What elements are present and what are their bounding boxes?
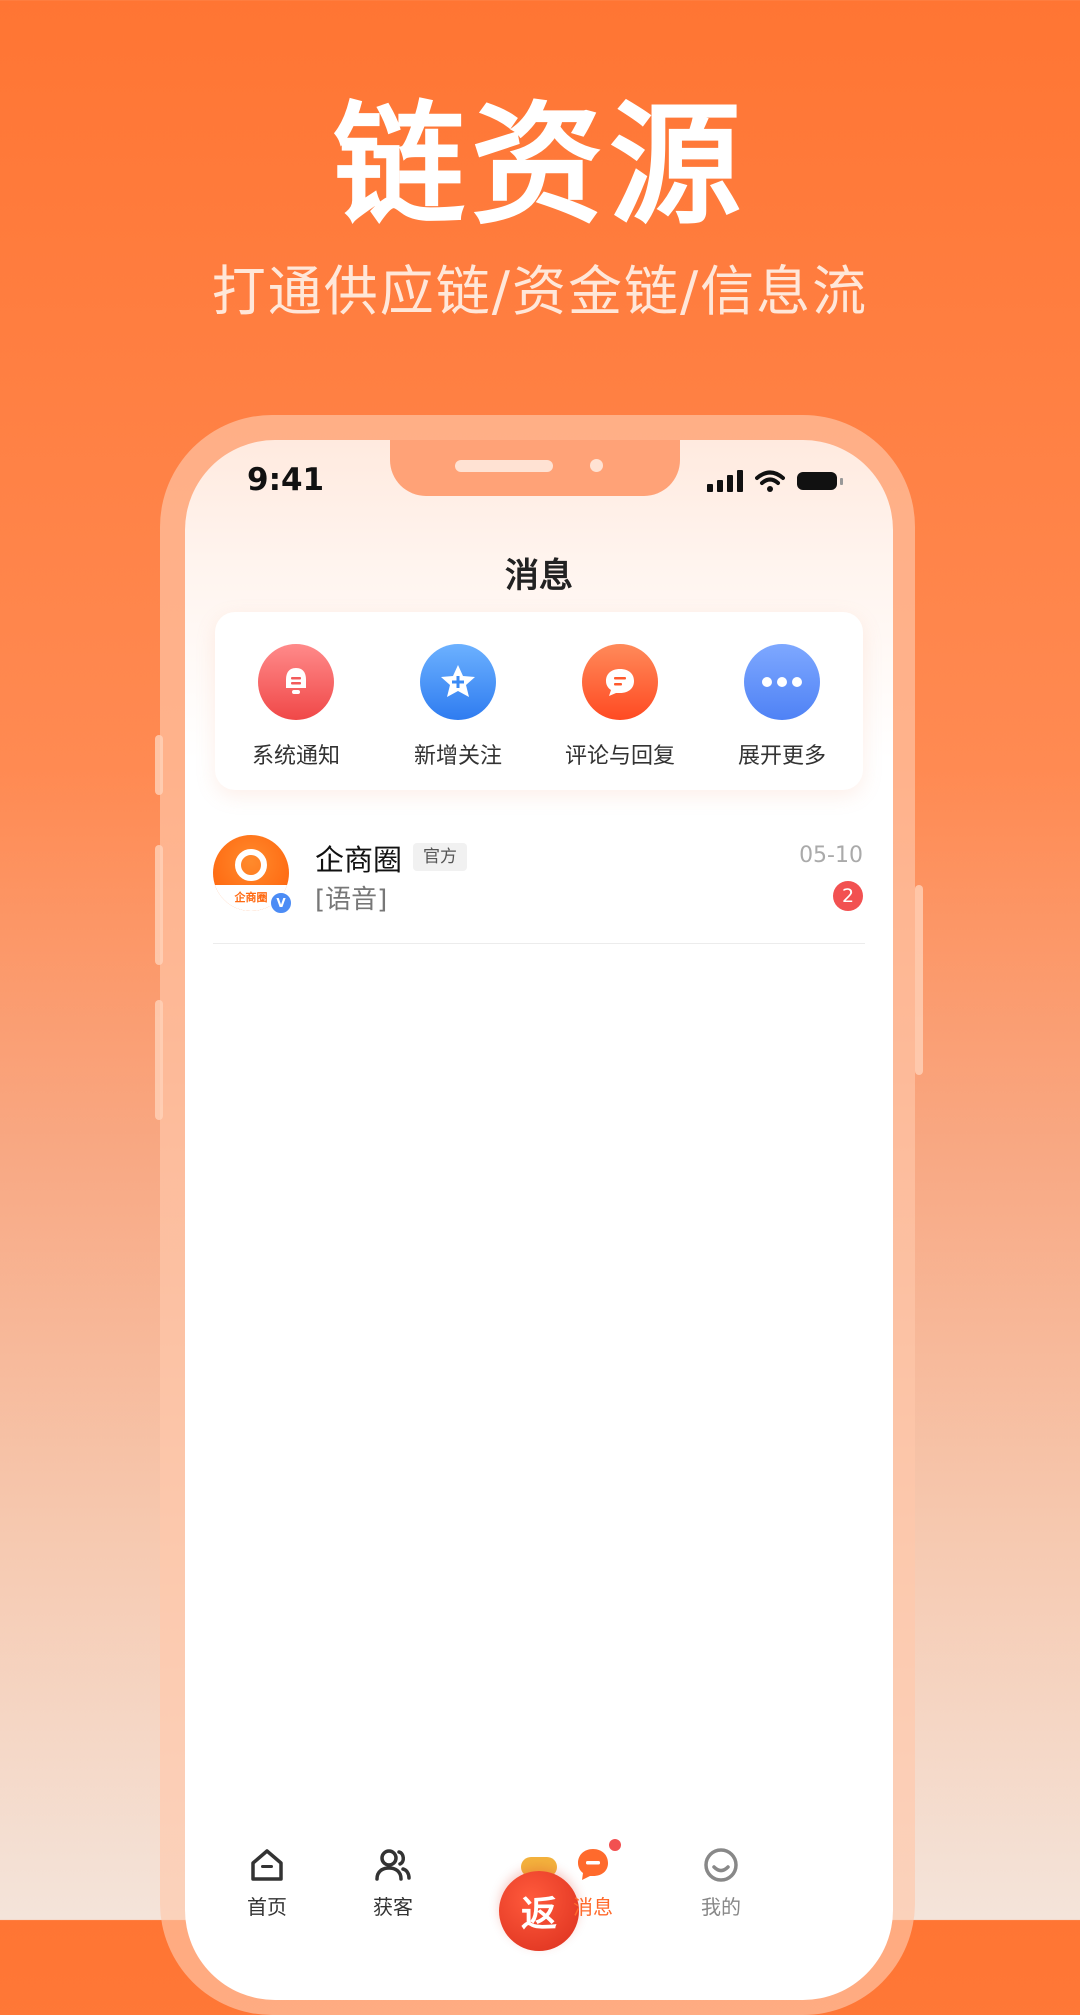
- smile-icon: [704, 1848, 738, 1882]
- phone-side-button: [155, 735, 163, 795]
- tab-customers-label: 获客: [373, 1895, 413, 1919]
- phone-side-button: [155, 1000, 163, 1120]
- wifi-icon: [755, 470, 785, 492]
- message-icon: [578, 1849, 608, 1880]
- tab-customers[interactable]: 获客: [343, 1845, 443, 1920]
- more-dots-icon: [744, 644, 820, 720]
- verified-badge: V: [269, 891, 293, 915]
- phone-side-button: [155, 845, 163, 965]
- sender-name: 企商圈: [315, 843, 403, 877]
- page-title: 消息: [505, 556, 573, 596]
- tab-profile[interactable]: 我的: [671, 1845, 771, 1920]
- tab-messages[interactable]: 消息: [543, 1839, 643, 1920]
- promo-subline: 打通供应链/资金链/信息流: [211, 260, 869, 323]
- official-tag: 官方: [413, 843, 467, 871]
- quick-action-label: 新增关注: [413, 744, 502, 769]
- quick-actions-card: 系统通知 新增关注 评论与回复 展开更多: [215, 612, 863, 790]
- message-row[interactable]: 企商圈 V 企商圈 官方 [语音] 05-10 2: [213, 835, 865, 944]
- quick-action-new-follow[interactable]: 新增关注: [383, 644, 533, 770]
- tab-home-label: 首页: [247, 1895, 287, 1919]
- bell-icon: [258, 644, 334, 720]
- tab-profile-label: 我的: [701, 1895, 741, 1919]
- users-icon: [375, 1849, 411, 1881]
- phone-screen: 9:41 消息 系统通知 新增关注 评论与回复 展开更多 企商圈 V 企商圈 官…: [185, 440, 893, 2000]
- tab-bar: 首页 获客 返 消息 我的: [185, 1839, 893, 2000]
- status-time: 9:41: [247, 462, 325, 498]
- status-icons: [707, 470, 843, 492]
- quick-action-label: 评论与回复: [564, 744, 675, 769]
- tab-messages-label: 消息: [573, 1895, 613, 1919]
- battery-icon: [797, 472, 843, 490]
- quick-action-more[interactable]: 展开更多: [707, 644, 857, 770]
- phone-side-button: [915, 885, 923, 1075]
- quick-action-system-notice[interactable]: 系统通知: [221, 644, 371, 770]
- quick-action-comments[interactable]: 评论与回复: [545, 644, 695, 770]
- tab-home[interactable]: 首页: [217, 1845, 317, 1920]
- tab-notification-dot: [609, 1839, 621, 1851]
- star-plus-icon: [420, 644, 496, 720]
- message-date: 05-10: [799, 843, 863, 868]
- signal-icon: [707, 470, 743, 492]
- unread-badge: 2: [833, 881, 863, 911]
- quick-action-label: 展开更多: [737, 744, 826, 769]
- message-preview: [语音]: [315, 885, 388, 915]
- notch-speaker: [455, 460, 553, 472]
- quick-action-label: 系统通知: [251, 744, 340, 769]
- home-icon: [251, 1849, 283, 1881]
- chat-bubble-icon: [582, 644, 658, 720]
- front-camera: [590, 459, 603, 472]
- promo-headline: 链资源: [333, 89, 747, 243]
